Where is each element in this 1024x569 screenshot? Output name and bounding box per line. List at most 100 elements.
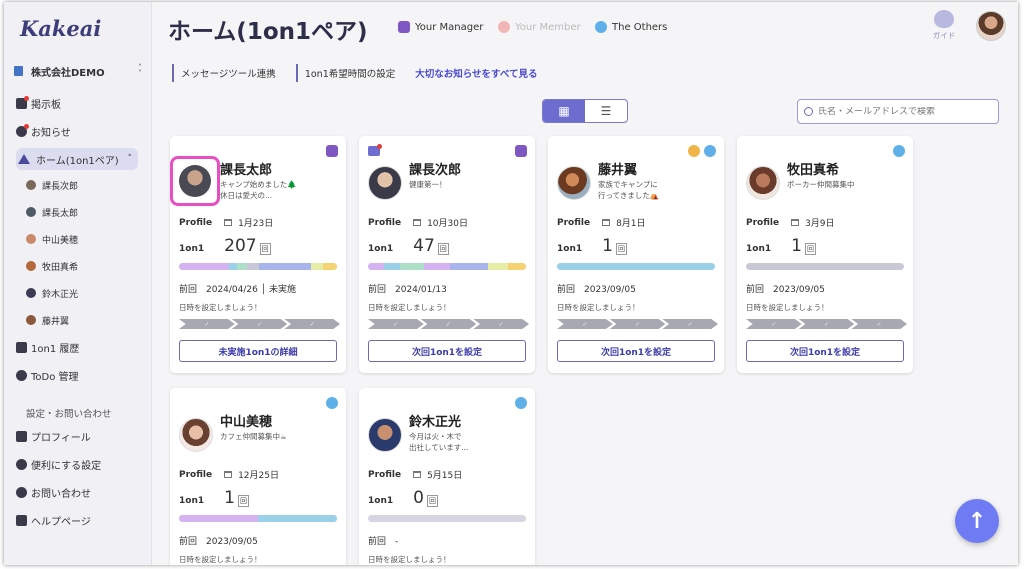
sidebar: Kakeai 株式会社DEMO ˄ ˅ 掲示板 お知らせ ホーム(1on1ペア) … [4, 2, 152, 565]
message-tool-link[interactable]: メッセージツール連携 [172, 64, 276, 82]
preferred-time-link[interactable]: 1on1希望時間の設定 [295, 64, 395, 82]
pending-details-button[interactable]: 未実施1on1の詳細 [179, 340, 337, 362]
sidebar-item-preferences[interactable]: 便利にする設定 [16, 453, 138, 475]
profile-label: Profile [746, 217, 780, 228]
progress-steps: ✓ ✓ ✓ [179, 319, 341, 329]
schedule-next-button[interactable]: 次回1on1を設定 [746, 340, 904, 362]
history-bar [179, 263, 337, 270]
calendar-icon [224, 219, 233, 226]
schedule-next-button[interactable]: 次回1on1を設定 [368, 340, 526, 362]
history-bar [368, 263, 526, 270]
calendar-icon [224, 471, 233, 478]
card-message: 家族でキャンプに 行ってきました⛺ [598, 180, 660, 200]
pair-card[interactable]: 課長次郎 健康第一！ Profile 10月30日 1on1 47 回 前回 2024… [359, 136, 535, 373]
avatar [26, 315, 36, 325]
card-message: 健康第一！ [409, 180, 447, 189]
profile-row[interactable]: Profile 5月15日 [368, 468, 462, 482]
member-award-icon [688, 145, 700, 157]
avatar[interactable] [557, 166, 591, 200]
sidebar-item-notices[interactable]: お知らせ [16, 120, 138, 142]
profile-label: Profile [368, 469, 402, 480]
profile-row[interactable]: Profile 10月30日 [368, 216, 468, 230]
avatar [26, 234, 36, 244]
sidebar-item-label: ToDo 管理 [31, 371, 79, 383]
count-label: 1on1 [179, 244, 205, 254]
progress-steps: ✓ ✓ ✓ [368, 319, 530, 329]
search-input[interactable] [818, 106, 988, 117]
legend-label: The Others [612, 21, 668, 33]
sidebar-item-label: ホーム(1on1ペア) [36, 155, 119, 167]
avatar [26, 207, 36, 217]
pair-card[interactable]: 藤井翼 家族でキャンプに 行ってきました⛺ Profile 8月1日 1on1 1 回… [548, 136, 724, 373]
chevron-up-icon: ˄ [127, 154, 133, 164]
sidebar-item-bulletin[interactable]: 掲示板 [16, 92, 138, 114]
sidebar-sub-item-label: 藤井翼 [42, 316, 70, 327]
pair-card[interactable]: 鈴木正光 今月は火・木で 出社しています... Profile 5月15日 1on… [359, 388, 535, 565]
step: ✓ [473, 319, 530, 329]
company-switcher[interactable]: 株式会社DEMO ˄ ˅ [14, 62, 142, 80]
profile-date: 10月30日 [427, 219, 468, 229]
grid-view-icon[interactable]: ▦ [543, 100, 585, 122]
pair-card[interactable]: 課長太郎 キャンプ始めました🌲 休日は愛犬の... Profile 1月23日 1… [170, 136, 346, 373]
progress-steps: ✓ ✓ ✓ [557, 319, 719, 329]
sidebar-sub-item[interactable]: 課長太郎 [26, 203, 78, 221]
main-content: ホーム(1on1ペア) Your Manager Your Member The… [152, 2, 1018, 565]
avatar [26, 180, 36, 190]
building-icon [14, 66, 23, 76]
sidebar-item-profile[interactable]: プロフィール [16, 425, 138, 447]
sidebar-item-todo[interactable]: ToDo 管理 [16, 364, 138, 386]
question-icon [16, 486, 27, 498]
schedule-hint: 日時を設定しましょう！ [368, 555, 451, 564]
profile-row[interactable]: Profile 3月9日 [746, 216, 835, 230]
last-session: 前回 2023/09/05 [746, 285, 825, 295]
step: ✓ [746, 319, 802, 329]
sidebar-sub-item[interactable]: 鈴木正光 [26, 284, 78, 302]
profile-row[interactable]: Profile 12月25日 [179, 468, 279, 482]
count-row: 1on1 47 回 [368, 236, 449, 256]
sidebar-sub-item[interactable]: 課長次郎 [26, 176, 78, 194]
progress-steps: ✓ ✓ ✓ [746, 319, 908, 329]
count-label: 1on1 [746, 244, 772, 254]
sidebar-item-history[interactable]: 1on1 履歴 [16, 336, 138, 358]
sidebar-item-label: 1on1 履歴 [31, 343, 80, 355]
profile-label: Profile [368, 217, 402, 228]
sidebar-item-help[interactable]: ヘルプページ [16, 509, 138, 531]
last-session: 前回 2023/09/05 [557, 285, 636, 295]
guide-button[interactable]: ガイド [927, 10, 961, 41]
avatar[interactable] [179, 418, 213, 452]
user-avatar[interactable] [976, 11, 1006, 41]
sidebar-sub-item[interactable]: 中山美穂 [26, 230, 78, 248]
history-icon [16, 341, 27, 353]
logo: Kakeai [20, 16, 102, 41]
scroll-top-button[interactable]: ↑ [955, 499, 999, 543]
profile-date: 3月9日 [805, 219, 835, 229]
briefcase-icon [16, 430, 27, 442]
pair-card[interactable]: 中山美穂 カフェ仲間募集中☕ Profile 12月25日 1on1 1 回 前回 2… [170, 388, 346, 565]
sidebar-item-contact[interactable]: お問い合わせ [16, 481, 138, 503]
sidebar-sub-item[interactable]: 牧田真希 [26, 257, 78, 275]
guide-label: ガイド [932, 31, 956, 40]
sidebar-item-label: 便利にする設定 [31, 460, 102, 472]
count-row: 1on1 1 回 [746, 236, 816, 256]
avatar-highlighted[interactable] [170, 156, 220, 206]
avatar[interactable] [368, 166, 402, 200]
pair-card[interactable]: 牧田真希 ポーカー仲間募集中 Profile 3月9日 1on1 1 回 前回 202… [737, 136, 913, 373]
legend-your-member: Your Member [498, 21, 581, 33]
sidebar-sub-item[interactable]: 藤井翼 [26, 311, 69, 329]
schedule-next-button[interactable]: 次回1on1を設定 [557, 340, 715, 362]
sidebar-item-home[interactable]: ホーム(1on1ペア) ˄ [16, 148, 138, 170]
count-row: 1on1 0 回 [368, 488, 438, 508]
guide-mascot-icon [934, 10, 954, 28]
step: ✓ [231, 319, 288, 329]
important-news-link[interactable]: 大切なお知らせをすべて見る [415, 66, 537, 80]
avatar[interactable] [746, 166, 780, 200]
list-view-icon[interactable]: ☰ [585, 100, 627, 122]
avatar[interactable] [368, 418, 402, 452]
avatar [26, 261, 36, 271]
step: ✓ [179, 319, 235, 329]
profile-row[interactable]: Profile 8月1日 [557, 216, 646, 230]
schedule-hint: 日時を設定しましょう！ [368, 303, 451, 312]
profile-row[interactable]: Profile 1月23日 [179, 216, 273, 230]
others-badge-icon [595, 21, 607, 33]
others-badge-icon [326, 397, 338, 409]
